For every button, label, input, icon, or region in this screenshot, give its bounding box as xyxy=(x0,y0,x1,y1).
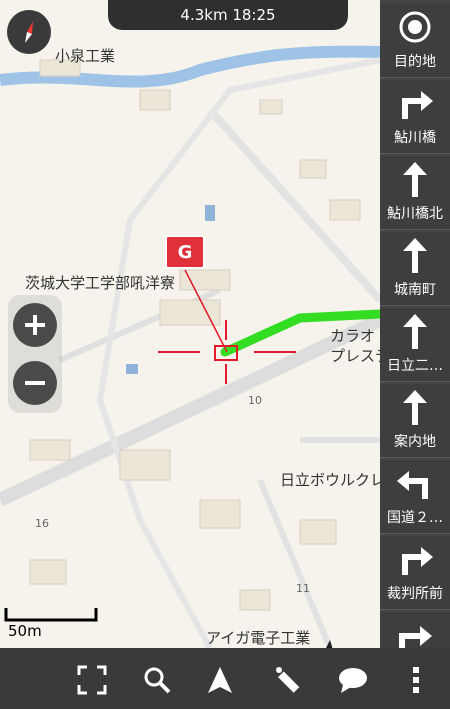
scale-bar xyxy=(4,608,98,622)
compass-icon xyxy=(25,21,33,43)
more-icon xyxy=(413,667,419,693)
map-label-ibaraki: 茨城大学工学部吼洋寮 xyxy=(25,274,176,292)
sidebar-item-ayukawabashi-kita[interactable]: 鮎川橋北 xyxy=(380,156,450,230)
fullscreen-button[interactable] xyxy=(72,660,112,700)
map-label-koizumi: 小泉工業 xyxy=(55,47,116,65)
chat-icon xyxy=(339,668,367,693)
map-label-karaoke: カラオ xyxy=(330,327,376,345)
sidebar-item-label: 日立二… xyxy=(387,358,443,374)
turn-right-icon xyxy=(393,537,437,581)
sidebar-item-label: 城南町 xyxy=(394,282,436,298)
fullscreen-icon xyxy=(77,665,107,695)
turn-left-icon xyxy=(393,461,437,505)
straight-icon xyxy=(393,157,437,201)
sidebar-item-destination[interactable]: 目的地 xyxy=(380,4,450,78)
straight-icon xyxy=(393,233,437,277)
map-label-aiga: アイガ電子工業 xyxy=(206,629,311,647)
sidebar-item-hitachi2[interactable]: 日立二… xyxy=(380,308,450,382)
sidebar-item-annaichi[interactable]: 案内地 xyxy=(380,384,450,458)
map-label-11: 11 xyxy=(296,582,310,595)
target-icon xyxy=(393,5,437,49)
sidebar-item-label: 目的地 xyxy=(394,54,436,70)
search-icon xyxy=(144,667,171,694)
straight-icon xyxy=(393,309,437,353)
zoom-in-button[interactable] xyxy=(13,303,57,347)
more-button[interactable] xyxy=(396,660,436,700)
navigate-button[interactable] xyxy=(200,660,240,700)
tool-button[interactable] xyxy=(268,660,308,700)
navigate-icon xyxy=(208,667,232,693)
sidebar-item-ayukawabashi[interactable]: 鮎川橋 xyxy=(380,80,450,154)
zoom-out-button[interactable] xyxy=(13,361,57,405)
map-label-10: 10 xyxy=(248,394,262,407)
straight-icon xyxy=(393,385,437,429)
trip-status: 4.3km 18:25 xyxy=(108,0,348,30)
chat-button[interactable] xyxy=(333,660,373,700)
plus-icon xyxy=(25,315,45,335)
sidebar-item-label: 案内地 xyxy=(394,434,436,450)
sidebar-item-partial[interactable] xyxy=(380,612,450,648)
map-label-16: 16 xyxy=(35,517,49,530)
sidebar-item-label: 鮎川橋 xyxy=(394,130,436,146)
sidebar-item-kokudo2[interactable]: 国道２… xyxy=(380,460,450,534)
compass-button[interactable] xyxy=(7,10,51,54)
goal-marker[interactable]: G xyxy=(165,235,205,269)
sidebar-item-label: 国道２… xyxy=(387,510,443,526)
sidebar-item-label: 鮎川橋北 xyxy=(387,206,443,222)
minus-icon xyxy=(25,381,45,385)
search-button[interactable] xyxy=(137,660,177,700)
sidebar-item-label: 裁判所前 xyxy=(387,586,443,602)
tool-icon xyxy=(276,667,300,693)
sidebar-item-jonanmachi[interactable]: 城南町 xyxy=(380,232,450,306)
scale-label: 50m xyxy=(8,622,42,640)
sidebar-item-saibanshomae[interactable]: 裁判所前 xyxy=(380,536,450,610)
turn-right-icon xyxy=(399,626,432,648)
turn-right-icon xyxy=(393,81,437,125)
